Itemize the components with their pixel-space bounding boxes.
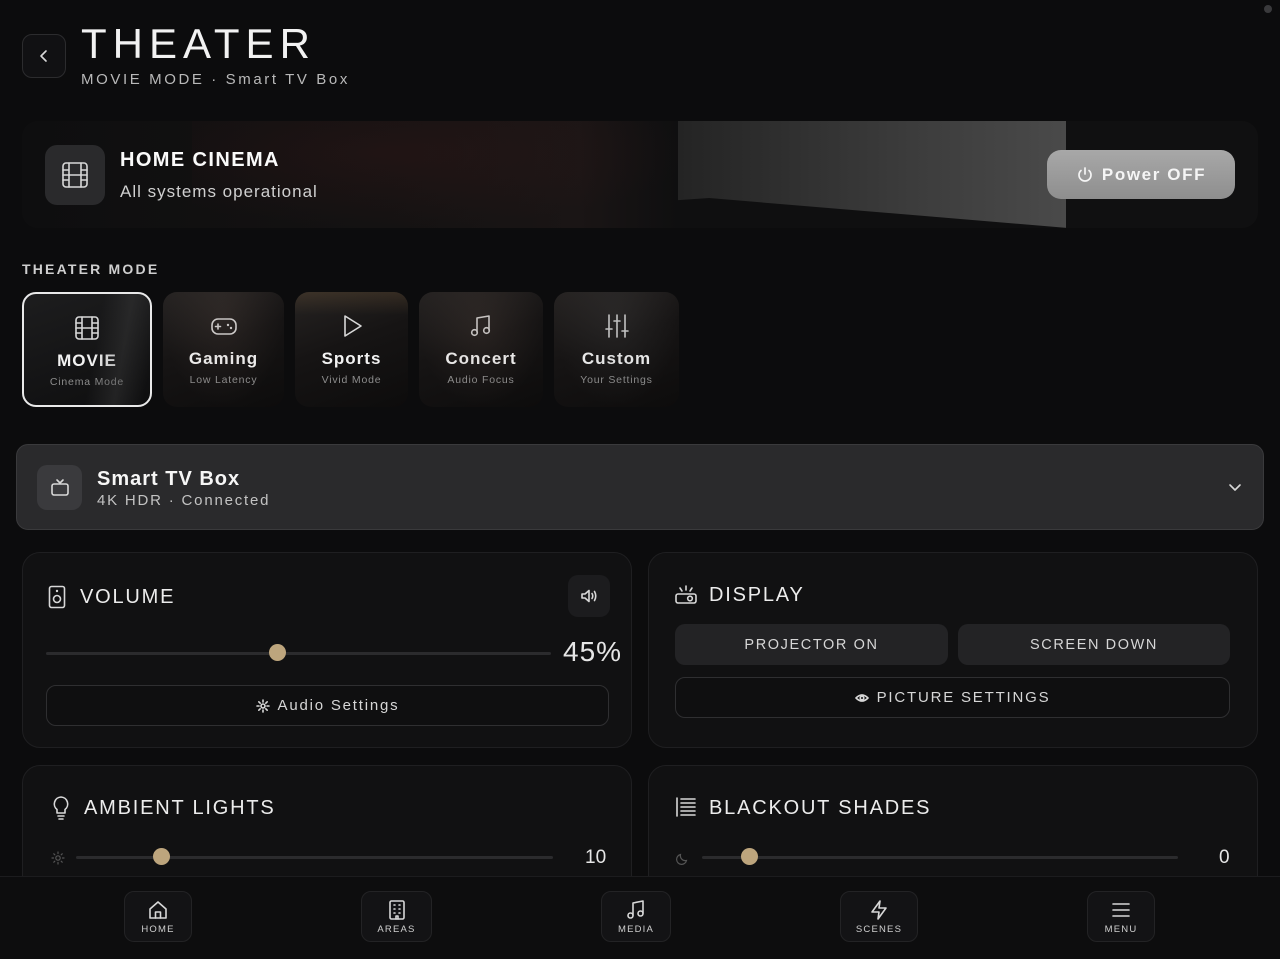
mode-label: Sports [321, 349, 382, 368]
nav-menu-label: MENU [1104, 923, 1138, 935]
nav-scenes-label: SCENES [855, 923, 903, 935]
nav-home[interactable]: HOME [124, 891, 192, 942]
blackout-shades-slider[interactable] [702, 856, 1178, 859]
chevron-down-icon [1229, 484, 1241, 491]
nav-areas-label: AREAS [377, 923, 416, 935]
volume-slider[interactable] [46, 652, 551, 655]
blackout-shades-slider-handle[interactable] [740, 848, 758, 865]
lightning-icon [871, 899, 887, 920]
hamburger-menu-icon [1112, 902, 1130, 917]
lightbulb-icon [53, 796, 69, 820]
blackout-shades-title: BLACKOUT SHADES [709, 797, 932, 819]
page-subtitle: MOVIE MODE · Smart TV Box [81, 71, 350, 88]
hero-banner: HOME CINEMA All systems operational Powe… [22, 121, 1258, 228]
home-icon [149, 900, 167, 919]
music-note-icon [470, 315, 491, 337]
ambient-lights-slider-handle[interactable] [152, 848, 170, 865]
chevron-left-icon [40, 50, 47, 62]
theater-mode-label: THEATER MODE [22, 261, 160, 277]
mode-label: MOVIE [57, 351, 117, 370]
mode-custom[interactable]: Custom Your Settings [554, 292, 679, 407]
projector-on-button[interactable]: PROJECTOR ON [675, 624, 948, 665]
power-label: Power OFF [1101, 164, 1207, 184]
sliders-icon [604, 314, 629, 338]
film-icon [75, 316, 99, 340]
film-icon [45, 145, 105, 205]
screen-down-button[interactable]: SCREEN DOWN [958, 624, 1230, 665]
nav-areas[interactable]: AREAS [361, 891, 432, 942]
power-button[interactable]: Power OFF [1047, 150, 1235, 199]
ambient-lights-value: 10 [585, 847, 607, 868]
volume-value: 45% [563, 636, 623, 667]
mode-sub: Audio Focus [447, 374, 515, 386]
gear-icon [255, 698, 270, 713]
ambient-lights-slider[interactable] [76, 856, 553, 859]
display-panel: DISPLAY PROJECTOR ON SCREEN DOWN PICTURE… [648, 552, 1258, 748]
page-title: THEATER [81, 20, 316, 67]
nav-home-label: HOME [141, 923, 175, 935]
source-name: Smart TV Box [97, 468, 241, 490]
eye-icon [854, 693, 869, 702]
projector-icon [675, 585, 697, 604]
nav-scenes[interactable]: SCENES [840, 891, 918, 942]
play-icon [343, 315, 362, 337]
audio-settings-label: Audio Settings [277, 697, 400, 714]
volume-icon [581, 589, 597, 603]
shades-icon [676, 797, 696, 817]
source-selector[interactable]: Smart TV Box 4K HDR · Connected [16, 444, 1264, 530]
mode-movie[interactable]: MOVIE Cinema Mode [22, 292, 152, 407]
mode-gaming[interactable]: Gaming Low Latency [163, 292, 284, 407]
status-indicator [1264, 5, 1272, 13]
mode-label: Concert [445, 349, 517, 368]
nav-menu[interactable]: MENU [1087, 891, 1155, 942]
mode-sports[interactable]: Sports Vivid Mode [295, 292, 408, 407]
picture-settings-label: PICTURE SETTINGS [876, 689, 1051, 706]
speaker-icon [48, 585, 66, 609]
volume-slider-handle[interactable] [269, 644, 287, 661]
music-note-icon [627, 899, 644, 919]
mode-sub: Cinema Mode [49, 376, 125, 388]
nav-media[interactable]: MEDIA [601, 891, 671, 942]
hero-status: All systems operational [120, 182, 318, 201]
source-status: 4K HDR · Connected [97, 492, 271, 509]
hero-title: HOME CINEMA [120, 149, 280, 171]
volume-panel: VOLUME 45% Audio Settings [22, 552, 632, 748]
mode-sub: Low Latency [189, 374, 258, 386]
power-icon [1078, 166, 1092, 182]
audio-settings-button[interactable]: Audio Settings [46, 685, 609, 726]
mode-label: Custom [581, 349, 652, 368]
nav-media-label: MEDIA [617, 923, 655, 935]
moon-icon [676, 853, 688, 865]
gamepad-icon [210, 318, 237, 335]
picture-settings-button[interactable]: PICTURE SETTINGS [675, 677, 1230, 718]
mute-button[interactable] [568, 575, 610, 617]
tv-icon [37, 465, 82, 510]
building-icon [388, 899, 405, 920]
mode-sub: Vivid Mode [321, 374, 382, 386]
volume-title: VOLUME [80, 586, 176, 608]
display-title: DISPLAY [709, 584, 805, 606]
back-button[interactable] [22, 34, 66, 78]
blackout-shades-value: 0 [1219, 847, 1230, 868]
bottom-nav: HOME AREAS MEDIA SCENES MENU [0, 876, 1280, 959]
mode-concert[interactable]: Concert Audio Focus [419, 292, 543, 407]
sun-icon [51, 851, 65, 865]
ambient-lights-title: AMBIENT LIGHTS [84, 797, 276, 819]
mode-sub: Your Settings [580, 374, 653, 386]
mode-label: Gaming [188, 349, 259, 368]
